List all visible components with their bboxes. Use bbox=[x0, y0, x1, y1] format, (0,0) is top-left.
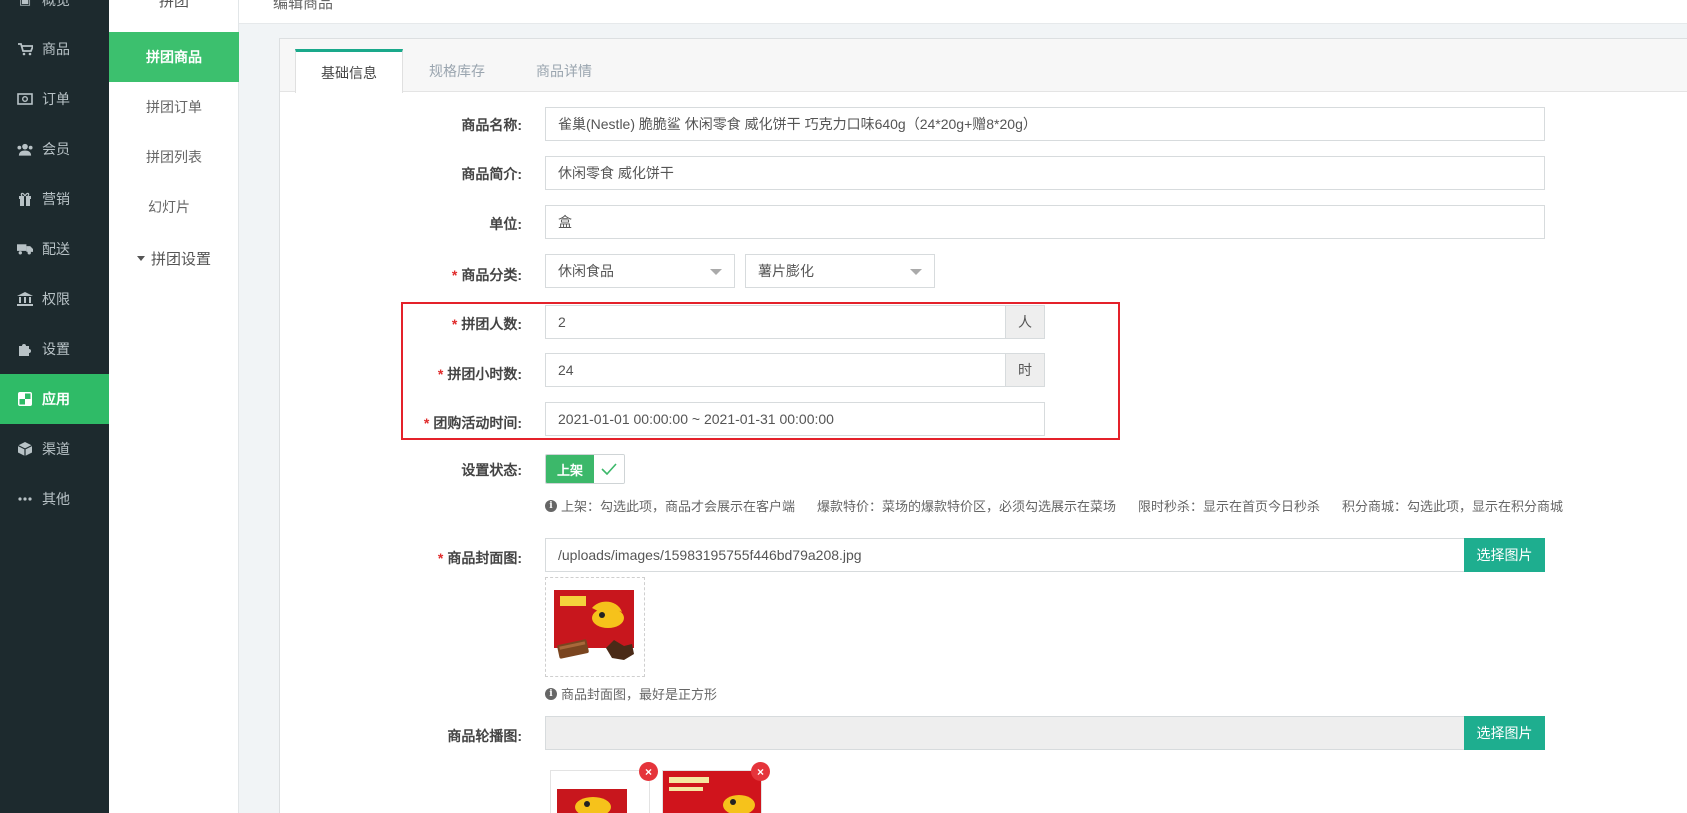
nav-item-goods[interactable]: 商品 bbox=[0, 24, 109, 74]
info-icon: i bbox=[545, 687, 557, 700]
nav-label: 商品 bbox=[42, 41, 70, 57]
carousel-thumb bbox=[662, 770, 762, 813]
group-hours-label: * 拼团小时数: bbox=[437, 366, 522, 382]
subnav-item-slides[interactable]: 幻灯片 bbox=[109, 182, 239, 232]
nav-item-overview[interactable]: ▣ 概览 bbox=[0, 0, 109, 25]
goods-name-label: 商品名称: bbox=[461, 117, 522, 133]
nav-label: 渠道 bbox=[42, 441, 70, 457]
cover-image bbox=[545, 577, 645, 677]
nav-item-permissions[interactable]: 权限 bbox=[0, 274, 109, 324]
group-hours-unit: 时 bbox=[1005, 353, 1045, 387]
product-image bbox=[557, 789, 627, 813]
unit-input[interactable]: 盒 bbox=[545, 205, 1545, 239]
apps-icon bbox=[17, 392, 33, 406]
tab-goods-detail[interactable]: 商品详情 bbox=[510, 49, 618, 93]
cube-icon bbox=[17, 442, 33, 456]
goods-intro-label: 商品简介: bbox=[461, 166, 522, 182]
group-size-input[interactable]: 2 bbox=[545, 305, 1006, 339]
carousel-thumb bbox=[550, 770, 650, 813]
secondary-sidebar: 拼团 拼团商品 拼团订单 拼团列表 幻灯片 拼团设置 bbox=[109, 0, 239, 813]
cover-path-input[interactable]: /uploads/images/15983195755f446bd79a208.… bbox=[545, 538, 1465, 572]
nav-label: 概览 bbox=[42, 0, 70, 8]
subnav-item-group-list[interactable]: 拼团列表 bbox=[109, 132, 239, 182]
nav-label: 权限 bbox=[42, 291, 70, 307]
carousel-label: 商品轮播图: bbox=[447, 728, 522, 744]
group-hours-input[interactable]: 24 bbox=[545, 353, 1006, 387]
subnav-item-group-goods[interactable]: 拼团商品 bbox=[109, 32, 239, 82]
status-toggle[interactable]: 上架 bbox=[545, 454, 625, 484]
tab-spec-stock[interactable]: 规格库存 bbox=[403, 49, 511, 93]
dropdown-arrow-icon bbox=[910, 269, 922, 275]
category-select-secondary[interactable]: 薯片膨化 bbox=[745, 254, 935, 288]
category-select-primary[interactable]: 休闲食品 bbox=[545, 254, 735, 288]
subnav-title: 拼团 bbox=[158, 0, 189, 10]
dashboard-icon: ▣ bbox=[17, 0, 33, 7]
cover-select-button[interactable]: 选择图片 bbox=[1464, 538, 1545, 572]
subnav-group-label: 拼团设置 bbox=[150, 250, 211, 268]
goods-name-input[interactable]: 雀巢(Nestle) 脆脆鲨 休闲零食 威化饼干 巧克力口味640g（24*20… bbox=[545, 107, 1545, 141]
goods-intro-input[interactable]: 休闲零食 威化饼干 bbox=[545, 156, 1545, 190]
nav-label: 订单 bbox=[42, 91, 70, 107]
main-sidebar: ▣ 概览 商品 订单 会员 营销 配送 权限 设置 应用 渠道 其他 bbox=[0, 0, 109, 813]
nav-item-channels[interactable]: 渠道 bbox=[0, 424, 109, 474]
dropdown-arrow-icon bbox=[710, 269, 722, 275]
nav-label: 应用 bbox=[42, 391, 70, 407]
category-label: * 商品分类: bbox=[451, 267, 522, 283]
nav-label: 会员 bbox=[42, 141, 70, 157]
truck-icon bbox=[17, 242, 33, 256]
delete-image-button[interactable]: × bbox=[639, 762, 658, 781]
nav-label: 营销 bbox=[42, 191, 70, 207]
status-label: 设置状态: bbox=[461, 462, 522, 478]
carousel-select-button[interactable]: 选择图片 bbox=[1464, 716, 1545, 750]
nav-item-apps[interactable]: 应用 bbox=[0, 374, 109, 424]
more-icon bbox=[17, 492, 33, 506]
status-hint: i 上架：勾选此项，商品才会展示在客户端 爆款特价：菜场的爆款特价区，必须勾选展… bbox=[545, 496, 1563, 515]
money-icon bbox=[17, 92, 33, 106]
group-size-label: * 拼团人数: bbox=[451, 316, 522, 332]
nav-item-orders[interactable]: 订单 bbox=[0, 74, 109, 124]
carousel-path-input[interactable] bbox=[545, 716, 1465, 750]
group-size-unit: 人 bbox=[1005, 305, 1045, 339]
check-icon bbox=[594, 455, 624, 483]
users-icon bbox=[17, 142, 33, 156]
nav-item-other[interactable]: 其他 bbox=[0, 474, 109, 524]
bank-icon bbox=[17, 292, 33, 306]
subnav-item-group-orders[interactable]: 拼团订单 bbox=[109, 82, 239, 132]
page-header: 编辑商品 bbox=[239, 0, 1687, 24]
nav-label: 设置 bbox=[42, 341, 70, 357]
tab-bar: 基础信息 规格库存 商品详情 bbox=[280, 39, 1687, 93]
delete-image-button[interactable]: × bbox=[751, 762, 770, 781]
gift-icon bbox=[17, 192, 33, 206]
product-image bbox=[663, 771, 761, 813]
nav-item-members[interactable]: 会员 bbox=[0, 124, 109, 174]
nav-item-delivery[interactable]: 配送 bbox=[0, 224, 109, 274]
unit-label: 单位: bbox=[489, 216, 522, 232]
nav-label: 其他 bbox=[42, 491, 70, 507]
puzzle-icon bbox=[17, 342, 33, 356]
activity-period-input[interactable]: 2021-01-01 00:00:00 ~ 2021-01-31 00:00:0… bbox=[545, 402, 1045, 436]
status-on-label: 上架 bbox=[546, 455, 594, 483]
cover-hint: i 商品封面图，最好是正方形 bbox=[545, 684, 717, 703]
tab-basic-info[interactable]: 基础信息 bbox=[295, 49, 403, 93]
nav-item-marketing[interactable]: 营销 bbox=[0, 174, 109, 224]
nav-label: 配送 bbox=[42, 241, 70, 257]
caret-down-icon bbox=[136, 255, 145, 261]
activity-period-label: * 团购活动时间: bbox=[423, 415, 522, 431]
cover-label: * 商品封面图: bbox=[437, 550, 522, 566]
cart-icon bbox=[17, 42, 33, 56]
page-title: 编辑商品 bbox=[273, 0, 334, 12]
nav-item-settings[interactable]: 设置 bbox=[0, 324, 109, 374]
info-icon: i bbox=[545, 499, 557, 512]
subnav-group-settings[interactable]: 拼团设置 bbox=[109, 243, 239, 273]
product-image bbox=[554, 590, 634, 660]
